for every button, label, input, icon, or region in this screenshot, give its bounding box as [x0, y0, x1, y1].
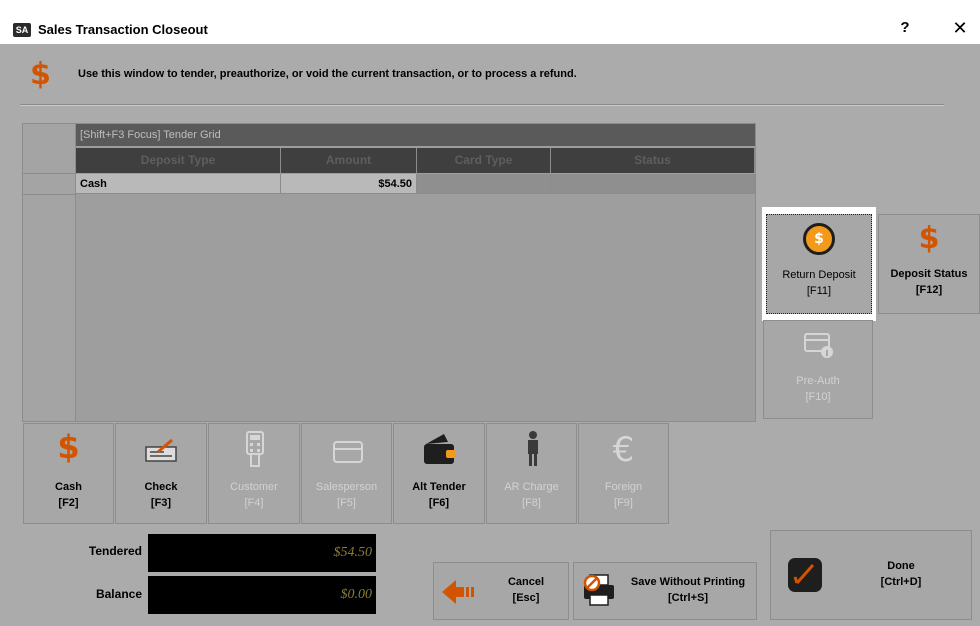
foreign-label: Foreign	[604, 481, 643, 493]
arrow-left-icon	[442, 580, 474, 604]
return-deposit-label: Return Deposit	[782, 269, 856, 281]
dollar-icon: $	[57, 428, 80, 466]
done-button[interactable]: Done [Ctrl+D]	[770, 530, 972, 620]
pre-auth-label: Pre-Auth	[796, 375, 840, 387]
header-divider	[20, 104, 944, 106]
cell-status[interactable]	[551, 174, 755, 194]
customer-button[interactable]: Customer [F4]	[208, 423, 300, 524]
card-info-icon	[804, 333, 833, 358]
check-icon	[145, 438, 177, 462]
done-key: [Ctrl+D]	[880, 576, 922, 588]
app-logo-icon: SA	[13, 23, 31, 37]
no-print-icon	[583, 574, 614, 606]
deposit-status-label: Deposit Status	[890, 268, 968, 280]
window-title: Sales Transaction Closeout	[38, 22, 208, 37]
foreign-key: [F9]	[614, 497, 633, 509]
cash-button[interactable]: $ Cash [F2]	[23, 423, 114, 524]
cash-key: [F2]	[58, 497, 79, 509]
cell-card-type[interactable]	[417, 174, 551, 194]
checkmark-icon	[788, 558, 822, 592]
tendered-label: Tendered	[88, 544, 142, 558]
salesperson-button[interactable]: Salesperson [F5]	[301, 423, 392, 524]
check-key: [F3]	[150, 497, 172, 509]
salesperson-label: Salesperson	[315, 481, 378, 493]
column-header-status[interactable]: Status	[551, 148, 755, 173]
return-deposit-key: [F11]	[806, 285, 832, 297]
alt-tender-button[interactable]: Alt Tender [F6]	[393, 423, 485, 524]
column-header-amount[interactable]: Amount	[281, 148, 417, 173]
dollar-icon: $	[918, 221, 940, 256]
help-button[interactable]: ?	[895, 16, 915, 40]
return-deposit-icon: $	[803, 223, 835, 255]
pre-auth-key: [F10]	[805, 391, 831, 403]
cash-label: Cash	[55, 481, 82, 493]
customer-label: Customer	[230, 481, 278, 493]
euro-icon: €	[612, 430, 635, 470]
foreign-button[interactable]: € Foreign [F9]	[578, 423, 669, 524]
column-header-card-type[interactable]: Card Type	[417, 148, 551, 173]
balance-label: Balance	[95, 587, 142, 601]
check-label: Check	[144, 481, 178, 493]
deposit-status-key: [F12]	[915, 284, 943, 296]
pre-auth-button[interactable]: Pre-Auth [F10]	[763, 320, 873, 419]
cancel-button[interactable]: Cancel [Esc]	[433, 562, 569, 620]
check-button[interactable]: Check [F3]	[115, 423, 207, 524]
customer-key: [F4]	[244, 497, 264, 509]
tendered-value: $54.50	[148, 534, 376, 572]
dollar-icon: $	[30, 57, 51, 92]
column-header-deposit-type[interactable]: Deposit Type	[76, 148, 281, 173]
tender-grid[interactable]: [Shift+F3 Focus] Tender Grid Deposit Typ…	[22, 123, 756, 422]
card-icon	[333, 441, 363, 463]
grid-corner	[23, 124, 75, 174]
grid-caption: [Shift+F3 Focus] Tender Grid	[76, 124, 755, 146]
person-icon	[528, 431, 538, 466]
row-selector[interactable]	[23, 174, 75, 195]
save-without-printing-label: Save Without Printing	[630, 576, 746, 588]
instructions-text: Use this window to tender, preauthorize,…	[78, 68, 577, 80]
title-bar: SA Sales Transaction Closeout ? ✕	[0, 0, 980, 44]
deposit-status-button[interactable]: $ Deposit Status [F12]	[878, 214, 980, 314]
ar-charge-button[interactable]: AR Charge [F8]	[486, 423, 577, 524]
ar-charge-key: [F8]	[522, 497, 541, 509]
save-without-printing-button[interactable]: Save Without Printing [Ctrl+S]	[573, 562, 757, 620]
ar-charge-label: AR Charge	[504, 481, 559, 493]
cell-deposit-type[interactable]: Cash	[76, 174, 281, 194]
cancel-label: Cancel	[507, 576, 545, 588]
card-reader-icon	[246, 431, 264, 467]
cancel-key: [Esc]	[512, 592, 540, 604]
alt-tender-label: Alt Tender	[412, 481, 466, 493]
alt-tender-key: [F6]	[428, 497, 450, 509]
save-without-printing-key: [Ctrl+S]	[667, 592, 709, 604]
close-button[interactable]: ✕	[948, 16, 972, 40]
cell-amount[interactable]: $54.50	[281, 174, 417, 194]
return-deposit-button[interactable]: $ Return Deposit [F11]	[766, 214, 872, 314]
wallet-icon	[424, 434, 456, 464]
balance-value: $0.00	[148, 576, 376, 614]
salesperson-key: [F5]	[337, 497, 356, 509]
done-label: Done	[887, 560, 915, 572]
